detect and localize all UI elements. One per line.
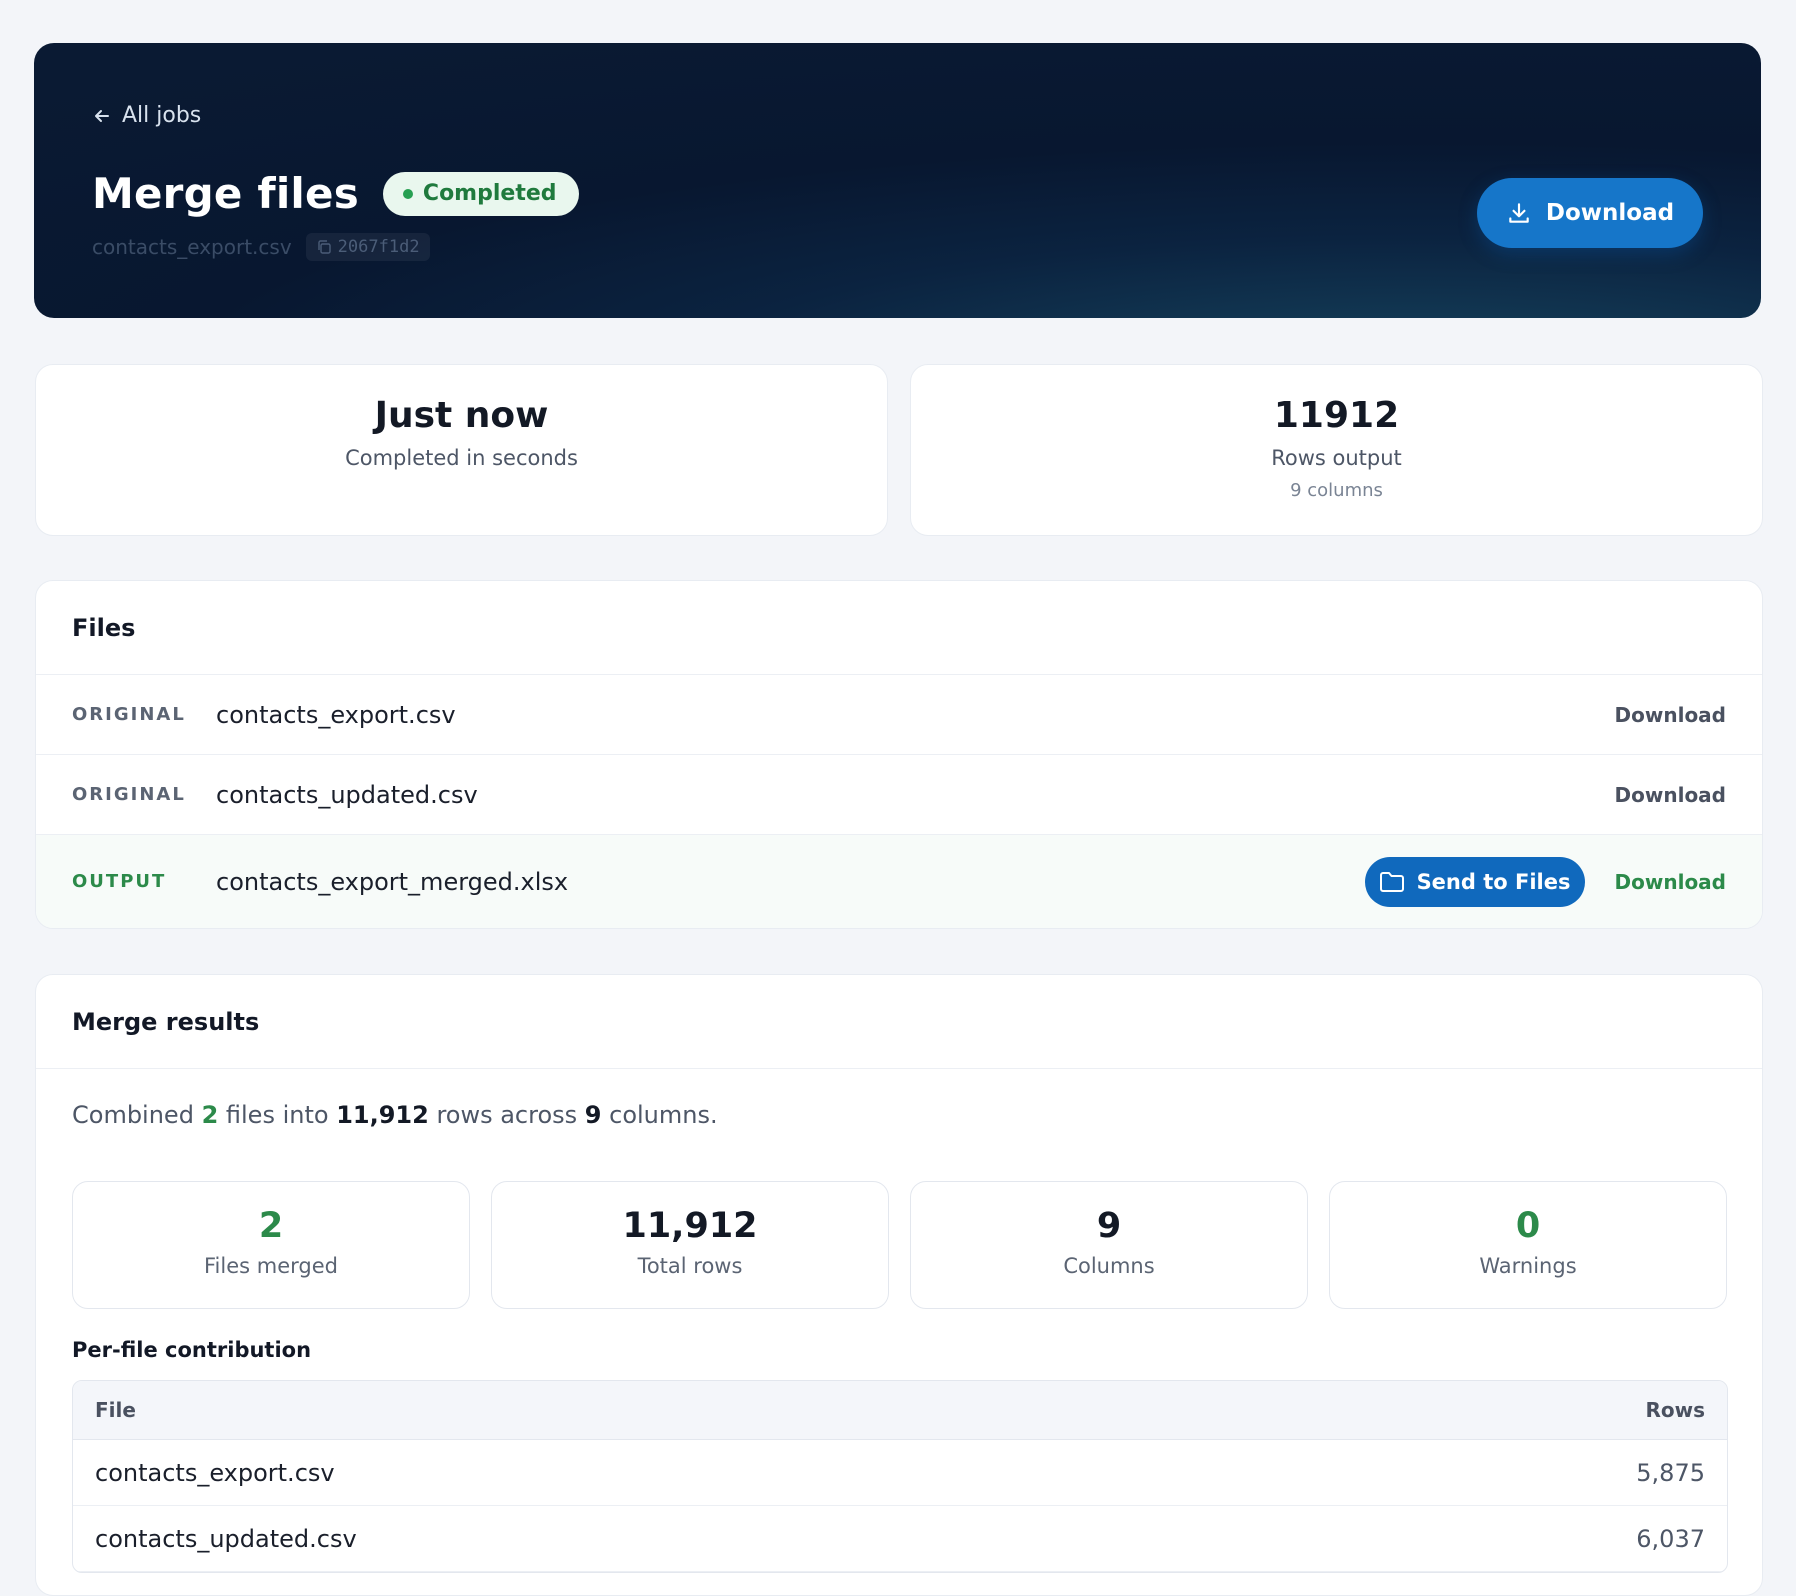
file-tag: ORIGINAL — [72, 704, 186, 725]
back-link[interactable]: All jobs — [92, 103, 201, 128]
stat-rows-sub: 9 columns — [1290, 480, 1383, 501]
page-title: Merge files — [92, 169, 359, 218]
table-row: contacts_export.csv 5,875 — [73, 1440, 1727, 1506]
merge-results-title: Merge results — [36, 975, 1762, 1069]
file-row: ORIGINAL contacts_export.csv Download — [36, 675, 1762, 755]
files-panel: Files ORIGINAL contacts_export.csv Downl… — [35, 580, 1763, 929]
stat-card-rows: 11912 Rows output 9 columns — [910, 364, 1763, 536]
file-tag: OUTPUT — [72, 871, 167, 892]
metric-value: 11,912 — [622, 1206, 758, 1246]
metric-value: 2 — [258, 1206, 284, 1246]
copy-icon — [317, 240, 331, 254]
metric-label: Total rows — [637, 1254, 743, 1278]
folder-icon — [1379, 871, 1404, 892]
files-panel-title: Files — [36, 581, 1762, 675]
metric-card-warnings: 0 Warnings — [1329, 1181, 1727, 1309]
metric-card-columns: 9 Columns — [910, 1181, 1308, 1309]
back-link-label: All jobs — [122, 103, 202, 128]
metric-value: 0 — [1515, 1206, 1541, 1246]
metric-card-files: 2 Files merged — [72, 1181, 470, 1309]
job-id: 2067f1d2 — [337, 237, 420, 257]
job-header: All jobs Merge files Completed contacts_… — [34, 43, 1761, 318]
send-to-files-button[interactable]: Send to Files — [1364, 856, 1585, 907]
metric-label: Files merged — [204, 1254, 338, 1278]
stat-rows-value: 11912 — [1273, 395, 1400, 436]
download-icon — [1509, 203, 1529, 223]
metric-label: Warnings — [1479, 1254, 1577, 1278]
download-button[interactable]: Download — [1477, 178, 1703, 248]
stat-time-value: Just now — [374, 395, 549, 436]
stat-time-label: Completed in seconds — [345, 446, 578, 470]
metric-card-rows: 11,912 Total rows — [491, 1181, 889, 1309]
file-name: contacts_updated.csv — [216, 780, 478, 809]
file-tag: ORIGINAL — [72, 784, 186, 805]
arrow-left-icon — [95, 109, 109, 122]
cell-file: contacts_updated.csv — [95, 1524, 357, 1553]
status-dot-icon — [402, 188, 413, 199]
cell-file: contacts_export.csv — [95, 1458, 335, 1487]
table-header: File Rows — [73, 1381, 1727, 1440]
merge-results-panel: Merge results Combined 2 files into 11,9… — [35, 974, 1763, 1596]
job-id-copy[interactable]: 2067f1d2 — [305, 233, 430, 261]
metric-label: Columns — [1063, 1254, 1155, 1278]
stat-rows-label: Rows output — [1271, 446, 1402, 470]
page: All jobs Merge files Completed contacts_… — [0, 0, 1796, 1596]
stat-card-time: Just now Completed in seconds — [35, 364, 888, 536]
file-name: contacts_export.csv — [216, 700, 456, 729]
file-download-link[interactable]: Download — [1615, 783, 1726, 807]
status-label: Completed — [422, 181, 557, 206]
job-filename: contacts_export.csv — [92, 235, 292, 259]
status-badge: Completed — [382, 171, 579, 216]
metric-value: 9 — [1096, 1206, 1122, 1246]
file-download-link[interactable]: Download — [1615, 870, 1726, 894]
cell-rows: 6,037 — [1636, 1524, 1705, 1553]
download-button-label: Download — [1545, 200, 1675, 226]
send-to-files-label: Send to Files — [1416, 869, 1571, 894]
contribution-table: File Rows contacts_export.csv 5,875 cont… — [72, 1380, 1728, 1573]
file-name: contacts_export_merged.xlsx — [216, 867, 569, 896]
col-header-rows: Rows — [1645, 1398, 1705, 1422]
col-header-file: File — [95, 1398, 136, 1422]
file-row-output: OUTPUT contacts_export_merged.xlsx Send … — [36, 835, 1762, 928]
table-row: contacts_updated.csv 6,037 — [73, 1506, 1727, 1572]
contribution-title: Per-file contribution — [72, 1338, 312, 1362]
file-download-link[interactable]: Download — [1615, 703, 1726, 727]
merge-summary: Combined 2 files into 11,912 rows across… — [72, 1101, 718, 1129]
cell-rows: 5,875 — [1636, 1458, 1705, 1487]
file-row: ORIGINAL contacts_updated.csv Download — [36, 755, 1762, 835]
